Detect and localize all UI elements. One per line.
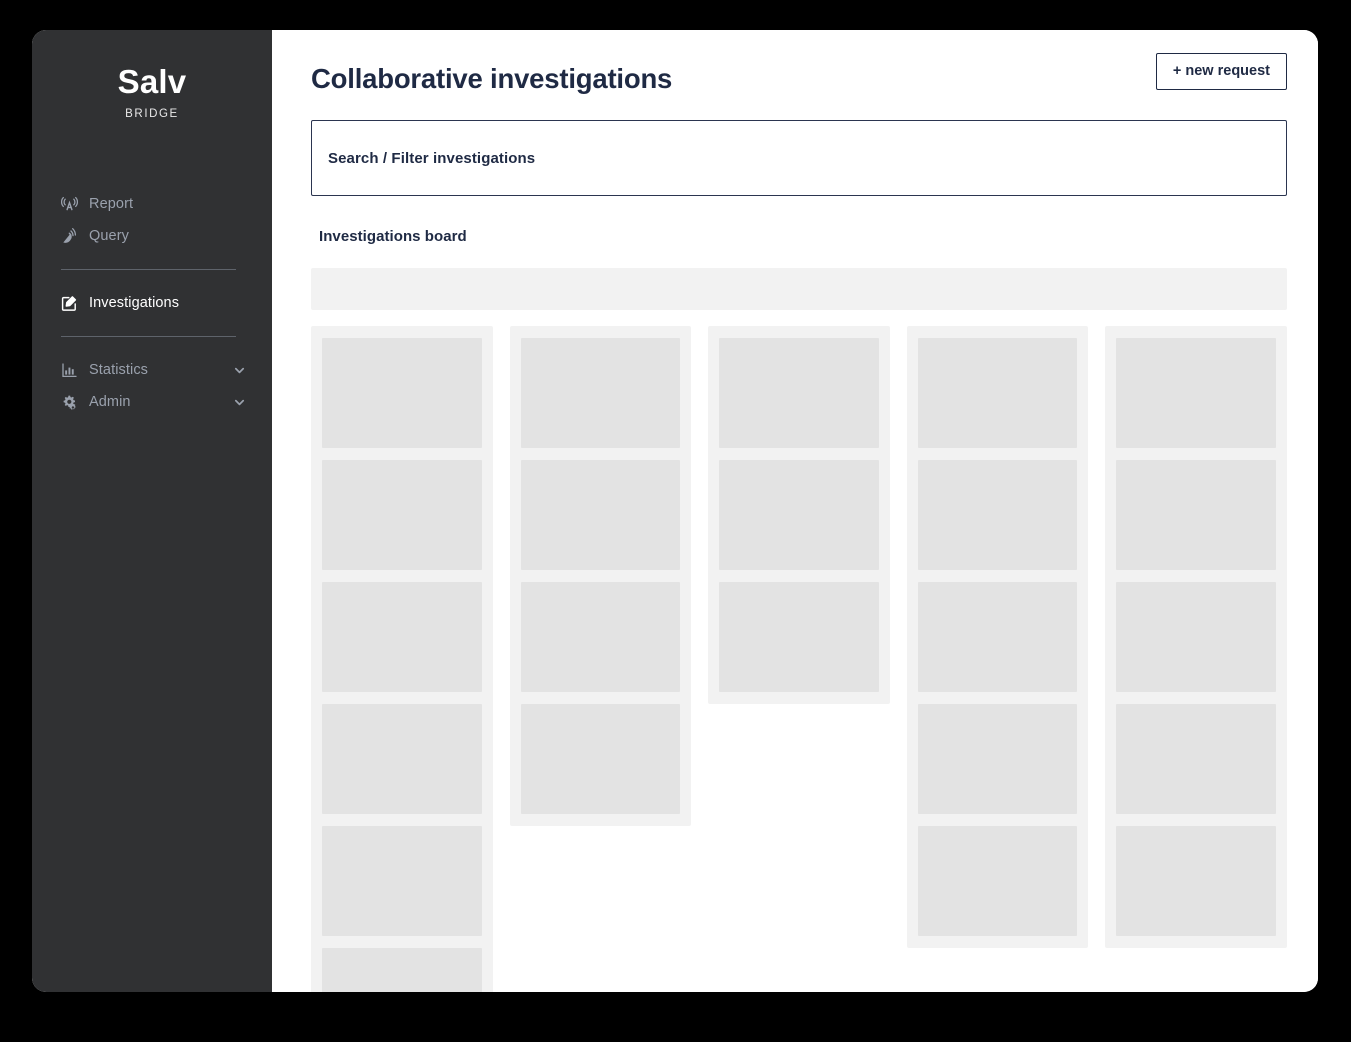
skeleton-card <box>322 704 482 814</box>
sidebar-item-report[interactable]: Report <box>32 188 272 220</box>
skeleton-card <box>917 338 1078 448</box>
skeleton-card <box>917 460 1078 570</box>
skeleton-card <box>1116 704 1276 814</box>
sidebar-item-label: Query <box>89 228 129 245</box>
search-input[interactable]: Search / Filter investigations <box>311 120 1287 196</box>
skeleton-card <box>719 338 879 448</box>
chevron-down-icon[interactable] <box>233 396 246 409</box>
sidebar-item-label: Investigations <box>89 295 180 312</box>
skeleton-card <box>719 460 879 570</box>
skeleton-card <box>322 460 482 570</box>
page-title: Collaborative investigations <box>311 63 673 94</box>
bar-chart-icon <box>61 362 78 379</box>
skeleton-card <box>1116 460 1276 570</box>
skeleton-card <box>322 582 482 692</box>
skeleton-card <box>917 704 1078 814</box>
skeleton-card <box>917 826 1078 936</box>
sidebar-divider <box>61 336 236 338</box>
skeleton-card <box>520 582 681 692</box>
app-window: Salv BRIDGE Report Query Investigations … <box>32 30 1318 992</box>
skeleton-card <box>520 338 681 448</box>
skeleton-card <box>322 338 482 448</box>
board-column <box>708 326 890 704</box>
skeleton-card <box>322 826 482 936</box>
gears-icon <box>61 394 78 411</box>
sidebar-divider <box>61 269 236 271</box>
sidebar-item-label: Report <box>89 196 134 213</box>
sidebar-item-admin[interactable]: Admin <box>32 386 272 418</box>
investigations-board <box>311 326 1287 992</box>
sidebar-nav: Report Query Investigations Statistics A… <box>32 188 272 418</box>
sidebar-item-query[interactable]: Query <box>32 220 272 252</box>
sidebar-item-label: Admin <box>89 394 131 411</box>
skeleton-card <box>1116 582 1276 692</box>
page-header: Collaborative investigations + new reque… <box>311 53 1287 95</box>
board-column <box>509 326 692 826</box>
new-request-button[interactable]: + new request <box>1155 53 1287 91</box>
skeleton-card <box>520 460 681 570</box>
edit-square-icon <box>61 295 78 312</box>
board-column <box>906 326 1089 948</box>
satellite-dish-icon <box>61 227 78 245</box>
investigations-board-label: Investigations board <box>319 228 467 245</box>
skeleton-card <box>322 948 482 992</box>
skeleton-card <box>1116 826 1276 936</box>
brand-name: Salv <box>117 63 187 100</box>
sidebar-item-statistics[interactable]: Statistics <box>32 354 272 386</box>
skeleton-toolbar-placeholder <box>311 268 1287 310</box>
board-column <box>311 326 493 992</box>
skeleton-card <box>1116 338 1276 448</box>
skeleton-card <box>719 582 879 692</box>
chevron-down-icon[interactable] <box>233 364 246 377</box>
search-placeholder: Search / Filter investigations <box>328 149 536 167</box>
skeleton-card <box>520 704 681 814</box>
sidebar-item-investigations[interactable]: Investigations <box>32 287 272 319</box>
sidebar-item-label: Statistics <box>89 362 149 379</box>
brand-subtitle: BRIDGE <box>125 108 179 121</box>
main-content: Collaborative investigations + new reque… <box>272 30 1318 992</box>
broadcast-icon <box>61 196 78 213</box>
board-column <box>1105 326 1287 948</box>
sidebar: Salv BRIDGE Report Query Investigations … <box>32 30 272 992</box>
brand-block: Salv BRIDGE <box>32 63 272 124</box>
skeleton-card <box>917 582 1078 692</box>
